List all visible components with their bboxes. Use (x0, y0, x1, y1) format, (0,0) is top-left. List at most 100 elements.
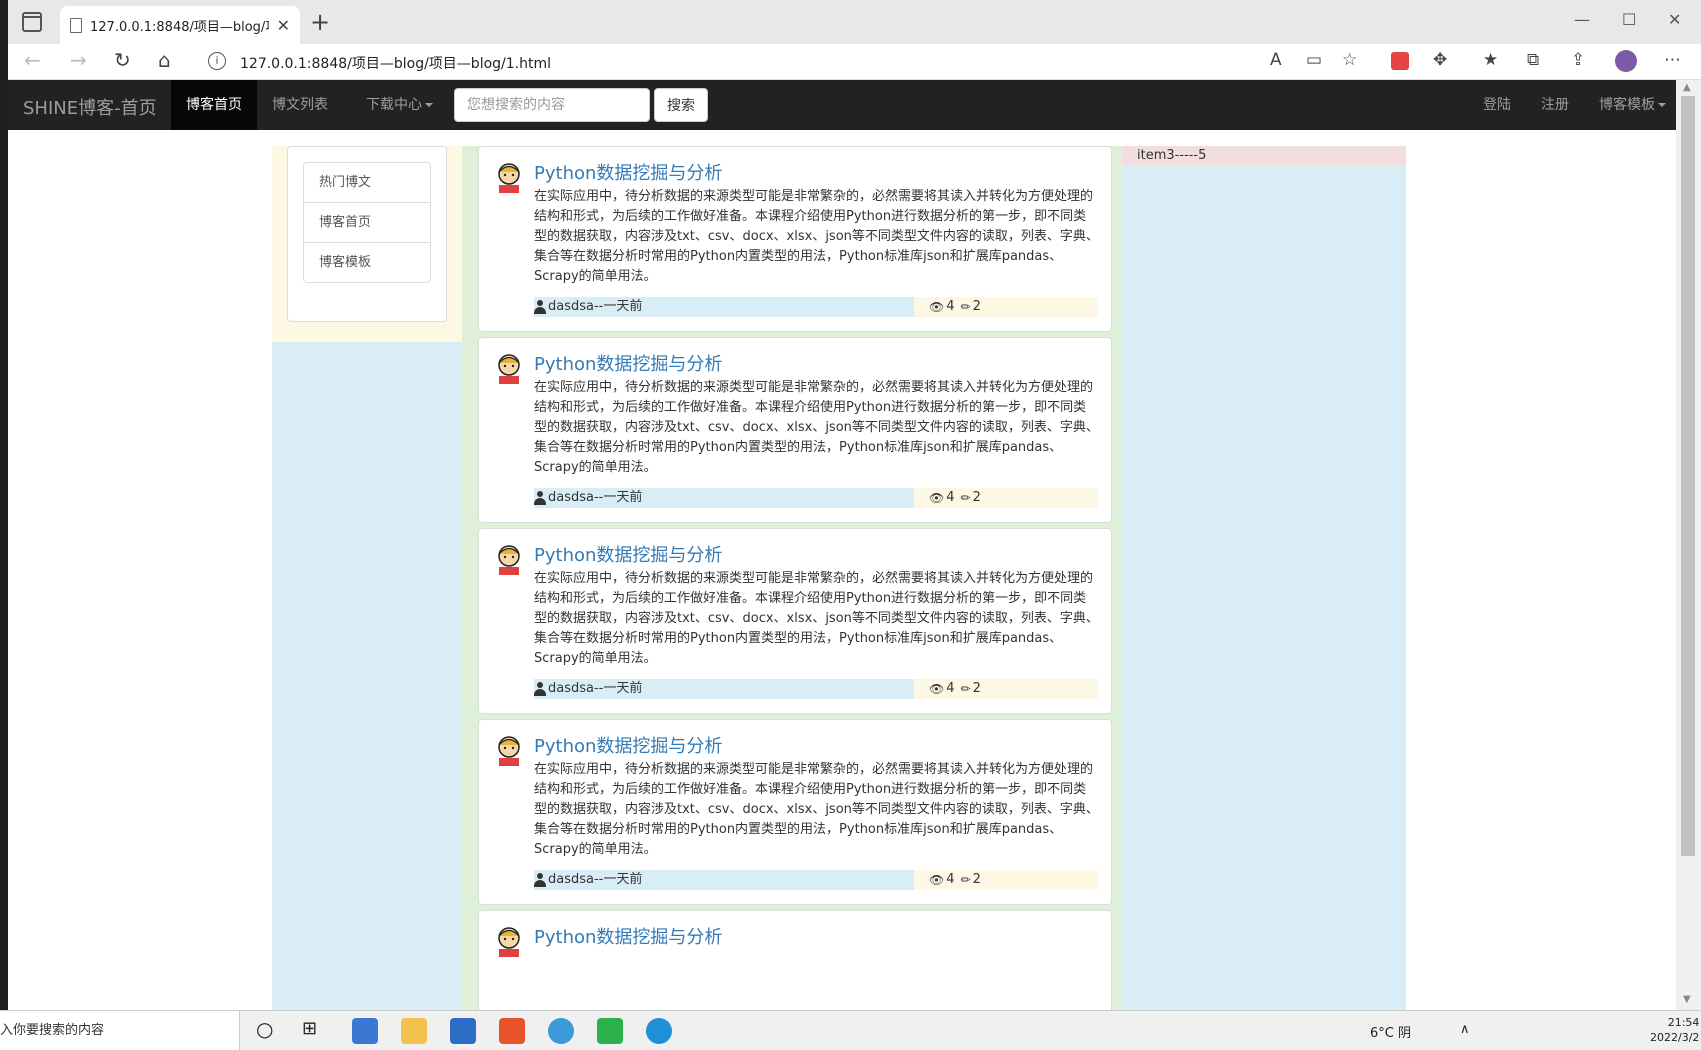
page-scrollbar[interactable]: ▲ ▼ (1676, 80, 1701, 1010)
avatar-icon (498, 545, 520, 575)
post-author-text: dasdsa--一天前 (548, 299, 643, 314)
title-bar: 127.0.0.1:8848/项目—blog/项目— ✕ + — ☐ ✕ (8, 0, 1701, 44)
search-button[interactable]: 搜索 (654, 88, 708, 122)
share-icon[interactable]: ⇪ (1571, 52, 1585, 69)
post-title[interactable]: Python数据挖掘与分析 (534, 732, 722, 758)
scroll-down-icon[interactable]: ▼ (1683, 994, 1691, 1005)
scrollbar-thumb[interactable] (1681, 96, 1695, 856)
post-body: 在实际应用中，待分析数据的来源类型可能是非常繁杂的，必然需要将其读入并转化为方便… (534, 380, 1099, 475)
nav-downloads-label: 下载中心 (366, 97, 422, 113)
clock-time: 21:54 (1667, 1016, 1700, 1029)
immersive-reader-icon[interactable]: ▭ (1306, 52, 1322, 69)
nav-home[interactable]: 博客首页 (171, 80, 257, 130)
post-author: dasdsa--一天前 (534, 679, 914, 699)
mail-icon[interactable] (450, 1018, 476, 1044)
taskbar: 入你要搜索的内容 ○ ⊞ 6°C 阴 ∧ 21:54 2022/3/2 (0, 1010, 1701, 1050)
caret-down-icon (425, 103, 433, 107)
user-icon (534, 682, 546, 696)
eye-icon: 👁 (929, 873, 945, 887)
post-views: 4 (946, 490, 955, 505)
right-column: item3-----5 (1122, 146, 1406, 1010)
edge-icon[interactable] (646, 1018, 672, 1044)
nav-post-list[interactable]: 博文列表 (257, 80, 343, 130)
post-title[interactable]: Python数据挖掘与分析 (534, 541, 722, 567)
avatar-icon (498, 163, 520, 193)
post-list-column: Python数据挖掘与分析 在实际应用中，待分析数据的来源类型可能是非常繁杂的，… (462, 146, 1122, 1010)
cortana-icon[interactable]: ○ (256, 1017, 273, 1041)
nav-templates-label: 博客模板 (1599, 97, 1655, 113)
office-icon[interactable] (499, 1018, 525, 1044)
address-bar[interactable]: 127.0.0.1:8848/项目—blog/项目—blog/1.html (240, 53, 551, 73)
sidebar-item-templates[interactable]: 博客模板 (303, 242, 431, 283)
user-icon (534, 491, 546, 505)
folder-icon[interactable] (401, 1018, 427, 1044)
scroll-up-icon[interactable]: ▲ (1683, 82, 1691, 93)
extensions-icon[interactable]: ✥ (1433, 52, 1447, 69)
post-author-text: dasdsa--一天前 (548, 490, 643, 505)
post-author: dasdsa--一天前 (534, 870, 914, 890)
post-author: dasdsa--一天前 (534, 488, 914, 508)
collections-icon[interactable]: ⧉ (1527, 52, 1539, 69)
post-title[interactable]: Python数据挖掘与分析 (534, 350, 722, 376)
sidebar-toggle-icon[interactable] (22, 12, 42, 32)
post-stats: 👁 4 ✏ 2 (914, 870, 1098, 890)
nav-templates[interactable]: 博客模板 (1584, 80, 1676, 130)
sidebar-item-home[interactable]: 博客首页 (303, 202, 431, 243)
window-close-icon[interactable]: ✕ (1668, 10, 1681, 29)
minimize-icon[interactable]: — (1574, 10, 1590, 29)
eye-icon: 👁 (929, 682, 945, 696)
browser-tab[interactable]: 127.0.0.1:8848/项目—blog/项目— ✕ (60, 6, 300, 44)
post-views: 4 (946, 681, 955, 696)
user-icon (534, 873, 546, 887)
nav-login[interactable]: 登陆 (1468, 80, 1526, 130)
plus-icon[interactable]: + (310, 10, 330, 34)
maximize-icon[interactable]: ☐ (1622, 10, 1636, 29)
favorite-add-icon[interactable]: ☆ (1342, 52, 1357, 69)
refresh-icon[interactable]: ↻ (114, 50, 131, 70)
post-card: Python数据挖掘与分析 在实际应用中，待分析数据的来源类型可能是非常繁杂的，… (478, 528, 1112, 714)
forward-icon[interactable]: → (70, 50, 87, 70)
post-stats: 👁 4 ✏ 2 (914, 488, 1098, 508)
post-card: Python数据挖掘与分析 在实际应用中，待分析数据的来源类型可能是非常繁杂的，… (478, 146, 1112, 332)
nav-downloads[interactable]: 下载中心 (351, 80, 448, 130)
clock[interactable]: 21:54 2022/3/2 (1650, 1015, 1699, 1045)
nav-register[interactable]: 注册 (1526, 80, 1584, 130)
extension-icon[interactable] (1391, 52, 1409, 70)
post-title[interactable]: Python数据挖掘与分析 (534, 159, 722, 185)
info-icon[interactable]: i (208, 52, 226, 70)
hbuilder-icon[interactable] (597, 1018, 623, 1044)
profile-avatar[interactable] (1615, 50, 1637, 72)
sidebar-panel: 热门博文 博客首页 博客模板 (287, 146, 447, 322)
browser-toolbar: ← → ↻ ⌂ i 127.0.0.1:8848/项目—blog/项目—blog… (8, 44, 1701, 80)
read-aloud-icon[interactable]: A (1270, 52, 1282, 69)
more-icon[interactable]: ⋯ (1664, 52, 1681, 69)
eye-icon: 👁 (929, 491, 945, 505)
back-icon[interactable]: ← (24, 50, 41, 70)
post-edits: 2 (972, 681, 981, 696)
search-input[interactable] (454, 88, 650, 122)
taskbar-search[interactable]: 入你要搜索的内容 (0, 1011, 240, 1050)
post-edits: 2 (972, 490, 981, 505)
post-card: Python数据挖掘与分析 (478, 910, 1112, 1010)
page-viewport: SHINE博客-首页 博客首页 博文列表 下载中心 搜索 登陆 注册 博客模板 … (8, 80, 1676, 1010)
avatar-icon (498, 927, 520, 957)
post-stats: 👁 4 ✏ 2 (914, 297, 1098, 317)
post-views: 4 (946, 299, 955, 314)
post-stats: 👁 4 ✏ 2 (914, 679, 1098, 699)
brand[interactable]: SHINE博客-首页 (23, 94, 157, 120)
weather[interactable]: 6°C 阴 (1370, 1022, 1411, 1041)
clock-date: 2022/3/2 (1650, 1031, 1700, 1044)
browser-app-icon[interactable] (548, 1018, 574, 1044)
tray-chevron-icon[interactable]: ∧ (1460, 1022, 1470, 1037)
close-icon[interactable]: ✕ (277, 16, 290, 35)
sidebar-item-hot-posts[interactable]: 热门博文 (303, 162, 431, 203)
post-edits: 2 (972, 872, 981, 887)
sidebar-list: 热门博文 博客首页 博客模板 (303, 162, 431, 283)
home-icon[interactable]: ⌂ (158, 50, 171, 70)
avatar-icon (498, 736, 520, 766)
favorites-icon[interactable]: ★ (1483, 52, 1498, 69)
task-view-icon[interactable]: ⊞ (302, 1018, 317, 1039)
caret-down-icon (1658, 103, 1666, 107)
post-title[interactable]: Python数据挖掘与分析 (534, 923, 722, 949)
store-icon[interactable] (352, 1018, 378, 1044)
